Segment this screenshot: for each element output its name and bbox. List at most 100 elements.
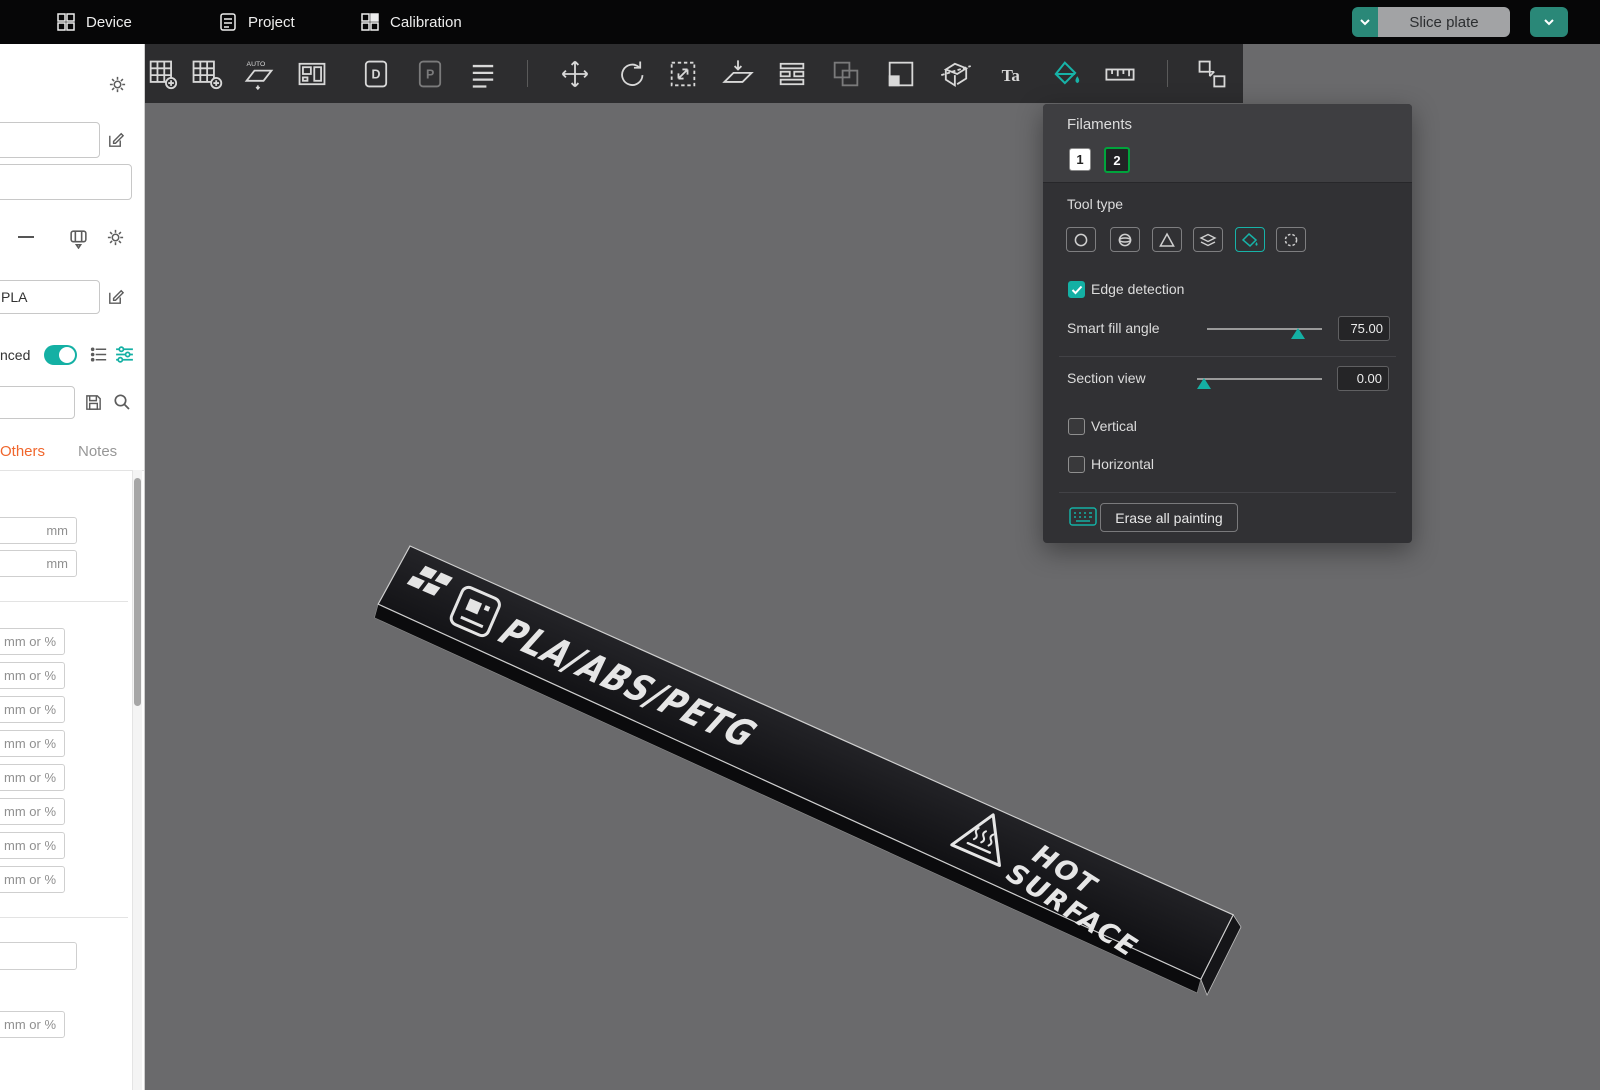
tool-gap-fill-button[interactable] <box>1276 227 1306 252</box>
printer-settings-gear-icon[interactable] <box>108 75 127 94</box>
divider <box>1059 492 1396 493</box>
color-painting-icon[interactable] <box>1049 57 1083 91</box>
filament-preset-value: PLA <box>1 289 28 305</box>
text-tool-icon[interactable]: Ta <box>996 57 1030 91</box>
tool-fill-button[interactable] <box>1235 227 1265 252</box>
arrange-icon[interactable] <box>295 57 329 91</box>
param-unit: mm <box>46 523 68 538</box>
split-to-parts-icon[interactable] <box>829 57 863 91</box>
tool-circle-button[interactable] <box>1066 227 1096 252</box>
filaments-label: Filaments <box>1067 116 1133 133</box>
param-unit: mm or % <box>4 1017 56 1032</box>
main-toolbar: AUTO D P Ta <box>145 44 1243 103</box>
param-input[interactable]: mm or % <box>0 730 65 757</box>
param-input[interactable]: mm or % <box>0 832 65 859</box>
process-settings-icon[interactable] <box>114 344 135 365</box>
object-list-icon[interactable] <box>466 57 500 91</box>
tab-device[interactable]: Device <box>56 0 132 44</box>
variable-layer-height-icon[interactable] <box>884 57 918 91</box>
param-input[interactable]: mm or % <box>0 662 65 689</box>
advanced-label: nced <box>0 347 31 363</box>
horizontal-checkbox[interactable] <box>1068 456 1085 473</box>
section-view-value[interactable]: 0.00 <box>1337 366 1389 391</box>
filament-preset-input[interactable]: PLA <box>0 280 100 314</box>
smart-fill-angle-label: Smart fill angle <box>1067 320 1160 336</box>
param-input[interactable]: mm or % <box>0 798 65 825</box>
split-to-objects-icon[interactable] <box>775 57 809 91</box>
place-on-face-icon[interactable] <box>721 57 755 91</box>
keyboard-shortcut-icon <box>1069 506 1097 527</box>
sidebar-scrollbar-thumb[interactable] <box>134 478 141 706</box>
calibration-icon <box>361 13 379 31</box>
advanced-toggle[interactable] <box>44 345 77 365</box>
chevron-down-icon <box>1544 19 1554 26</box>
param-input[interactable]: mm <box>0 550 77 577</box>
height-range-tool-icon <box>1199 233 1217 246</box>
filament-settings-gear-icon[interactable] <box>106 228 125 247</box>
file-d-icon[interactable]: D <box>359 57 393 91</box>
svg-text:AUTO: AUTO <box>247 61 266 68</box>
tool-sphere-button[interactable] <box>1110 227 1140 252</box>
collapse-minus-icon[interactable] <box>18 236 34 239</box>
svg-text:Ta: Ta <box>1002 66 1021 85</box>
tab-notes[interactable]: Notes <box>78 443 117 460</box>
application-window: PLA/ABS/PETG HOT SURFACE AUTO D P Ta Dev… <box>0 0 1600 1090</box>
erase-all-painting-button[interactable]: Erase all painting <box>1100 503 1238 532</box>
topbar: Device Project Calibration Slice plate <box>0 0 1600 44</box>
assembly-view-icon[interactable] <box>1195 57 1229 91</box>
tab-others[interactable]: Others <box>0 443 45 460</box>
param-unit: mm or % <box>4 838 56 853</box>
divider <box>0 601 128 602</box>
add-plate-icon[interactable] <box>145 57 179 91</box>
list-view-icon[interactable] <box>90 345 109 364</box>
param-unit: mm or % <box>4 634 56 649</box>
param-input[interactable]: mm or % <box>0 1011 65 1038</box>
edge-detection-label: Edge detection <box>1091 281 1185 297</box>
filament-2-button[interactable]: 2 <box>1104 147 1130 173</box>
param-dropdown[interactable]: ed <box>0 942 77 970</box>
param-unit: mm <box>46 556 68 571</box>
parameter-search-input[interactable] <box>0 386 75 419</box>
save-preset-icon[interactable] <box>84 393 103 412</box>
smart-fill-angle-value[interactable]: 75.00 <box>1338 316 1390 341</box>
print-options-dropdown-button[interactable] <box>1530 7 1568 37</box>
section-view-slider[interactable] <box>1197 378 1322 380</box>
edit-filament-icon[interactable] <box>106 287 125 306</box>
tool-triangle-button[interactable] <box>1152 227 1182 252</box>
device-icon <box>57 13 75 31</box>
cut-icon[interactable] <box>939 57 973 91</box>
file-p-icon[interactable]: P <box>413 57 447 91</box>
svg-text:D: D <box>371 68 380 82</box>
param-input[interactable]: mm or % <box>0 764 65 791</box>
ams-icon[interactable] <box>68 228 89 249</box>
edit-printer-icon[interactable] <box>106 130 125 149</box>
param-input[interactable]: mm or % <box>0 866 65 893</box>
project-icon <box>220 13 236 31</box>
slice-plate-button[interactable]: Slice plate <box>1378 7 1510 37</box>
tab-device-label: Device <box>86 13 132 31</box>
bed-type-select-input[interactable] <box>0 164 132 200</box>
tab-project[interactable]: Project <box>218 0 295 44</box>
slice-options-dropdown-button[interactable] <box>1352 7 1378 37</box>
search-icon[interactable] <box>112 392 132 412</box>
vertical-checkbox[interactable] <box>1068 418 1085 435</box>
tab-calibration-label: Calibration <box>390 13 462 31</box>
measure-icon[interactable] <box>1103 57 1137 91</box>
rotate-icon[interactable] <box>613 57 647 91</box>
param-unit: mm or % <box>4 702 56 717</box>
auto-orient-icon[interactable]: AUTO <box>242 57 276 91</box>
plate-grid-icon[interactable] <box>189 57 223 91</box>
param-input[interactable]: mm or % <box>0 696 65 723</box>
scale-icon[interactable] <box>666 57 700 91</box>
tool-height-range-button[interactable] <box>1193 227 1223 252</box>
param-input[interactable]: mm <box>0 517 77 544</box>
param-input[interactable]: mm or % <box>0 628 65 655</box>
tab-calibration[interactable]: Calibration <box>360 0 462 44</box>
smart-fill-angle-slider-thumb[interactable] <box>1291 328 1305 339</box>
edge-detection-checkbox[interactable] <box>1068 281 1085 298</box>
param-unit: mm or % <box>4 736 56 751</box>
move-icon[interactable] <box>558 57 592 91</box>
filament-1-button[interactable]: 1 <box>1069 148 1091 171</box>
printer-select-input[interactable] <box>0 122 100 158</box>
section-view-slider-thumb[interactable] <box>1197 378 1211 389</box>
